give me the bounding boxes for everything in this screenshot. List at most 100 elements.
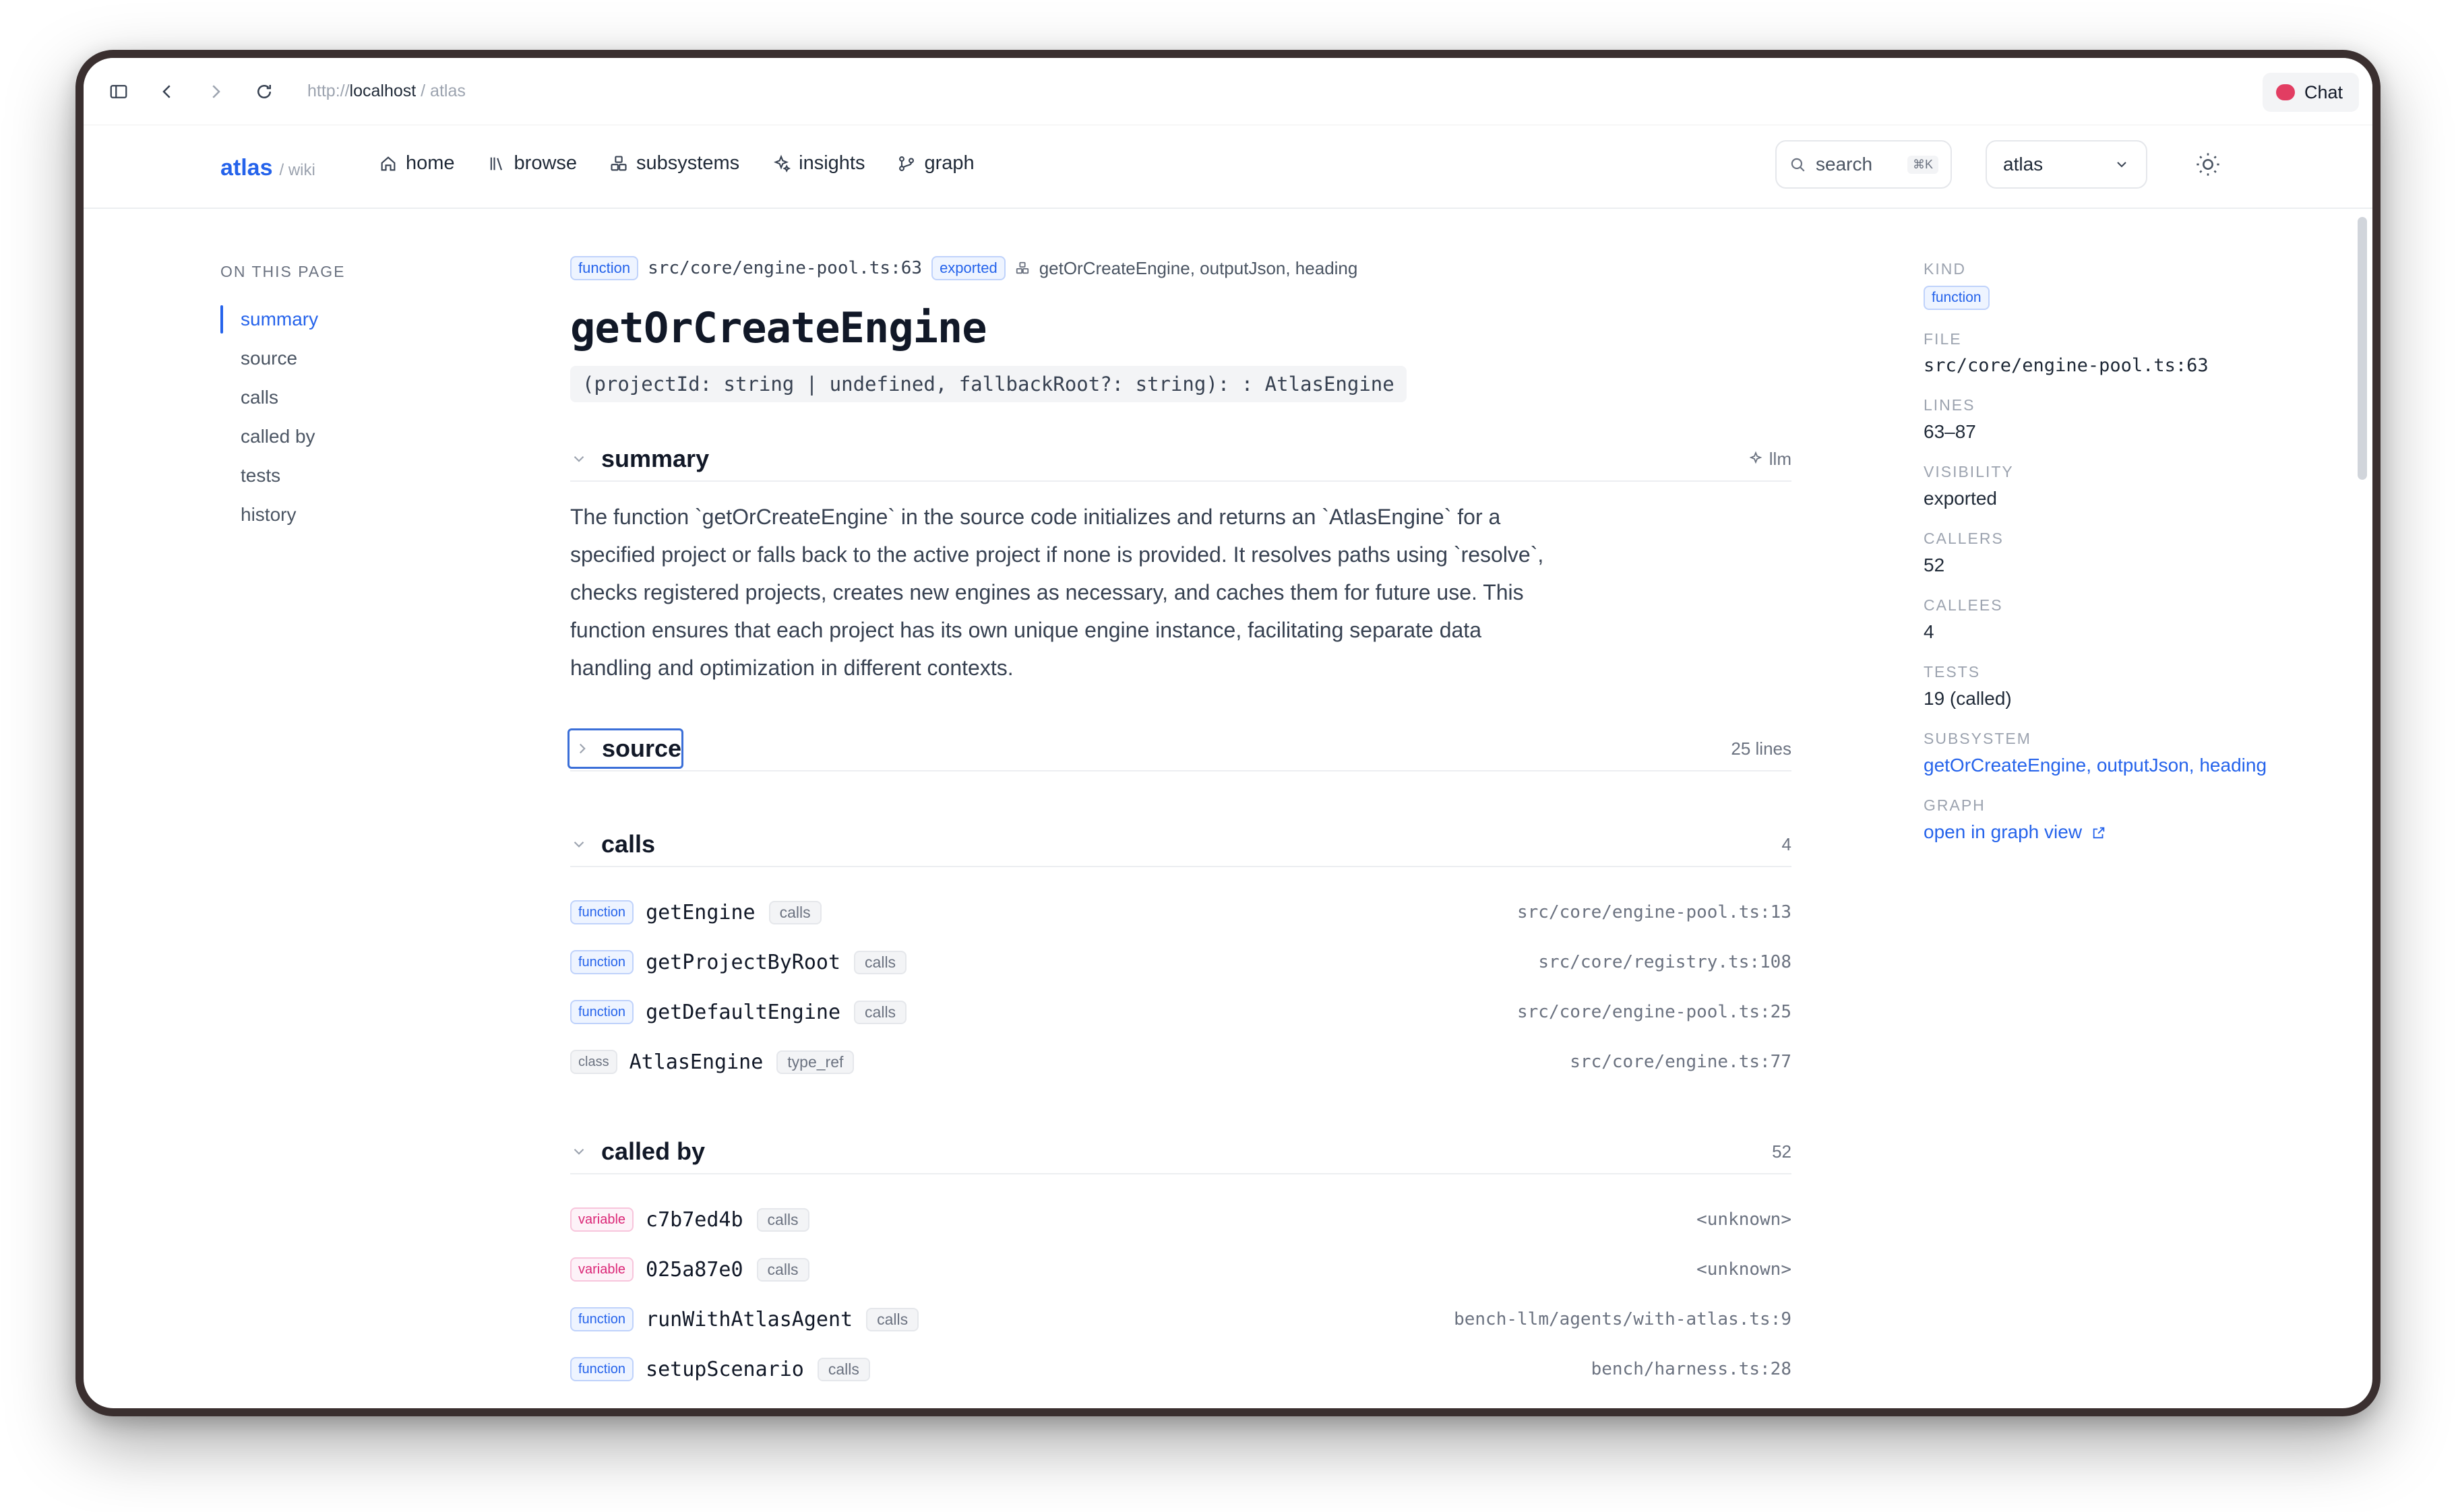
item-name[interactable]: runWithAtlasAgent bbox=[646, 1308, 853, 1331]
item-name[interactable]: c7b7ed4b bbox=[646, 1208, 743, 1232]
source-toggle[interactable]: source bbox=[567, 728, 684, 769]
kind-tag: function bbox=[570, 1307, 634, 1331]
on-this-page-toc: ON THIS PAGE summary source calls called… bbox=[220, 263, 345, 534]
list-item[interactable]: class AtlasEngine type_ref src/core/engi… bbox=[570, 1037, 1791, 1087]
item-location[interactable]: bench/harness.ts:28 bbox=[1591, 1359, 1791, 1379]
git-branch-icon bbox=[899, 156, 915, 171]
list-item[interactable]: variable 025a87e0 calls <unknown> bbox=[570, 1245, 1791, 1294]
toc-heading: ON THIS PAGE bbox=[220, 263, 346, 280]
home-icon bbox=[381, 156, 396, 170]
calls-list: function getEngine calls src/core/engine… bbox=[570, 887, 1791, 1087]
item-location[interactable]: src/core/engine-pool.ts:25 bbox=[1517, 1002, 1791, 1022]
calls-count: 4 bbox=[1781, 833, 1791, 854]
kind-label: KIND bbox=[1924, 260, 1966, 278]
item-location[interactable]: <unknown> bbox=[1696, 1259, 1791, 1280]
symbol-subsystems[interactable]: getOrCreateEngine, outputJson, heading bbox=[1039, 258, 1358, 279]
item-name[interactable]: getDefaultEngine bbox=[646, 1001, 840, 1024]
called-by-title: called by bbox=[601, 1137, 706, 1165]
address-bar[interactable]: http://localhost / atlas bbox=[307, 82, 466, 101]
called-by-section: called by 52 variable c7b7ed4b calls <un… bbox=[570, 1130, 1791, 1394]
nav-browse-label: browse bbox=[514, 152, 578, 174]
source-header[interactable]: source 25 lines bbox=[567, 727, 1791, 771]
toc-item-source[interactable]: source bbox=[220, 339, 345, 378]
search-placeholder: search bbox=[1816, 154, 1873, 175]
forward-icon[interactable] bbox=[197, 73, 235, 111]
back-icon[interactable] bbox=[148, 73, 186, 111]
item-location[interactable]: <unknown> bbox=[1696, 1209, 1791, 1230]
brand-logo[interactable]: atlas / wiki bbox=[220, 155, 315, 181]
project-select-value: atlas bbox=[2003, 154, 2044, 175]
reload-icon[interactable] bbox=[245, 73, 283, 111]
toc-item-calls[interactable]: calls bbox=[220, 378, 345, 417]
summary-title: summary bbox=[601, 445, 710, 472]
list-item[interactable]: function getProjectByRoot calls src/core… bbox=[570, 937, 1791, 987]
calls-header[interactable]: calls 4 bbox=[570, 823, 1791, 867]
summary-header[interactable]: summary llm bbox=[570, 437, 1791, 482]
symbol-meta: function src/core/engine-pool.ts:63 expo… bbox=[570, 253, 1791, 283]
item-location[interactable]: src/core/engine.ts:77 bbox=[1570, 1052, 1791, 1072]
item-location[interactable]: src/core/engine-pool.ts:13 bbox=[1517, 902, 1791, 922]
sun-icon[interactable] bbox=[2194, 151, 2221, 178]
file-label: FILE bbox=[1924, 330, 1962, 348]
item-name[interactable]: 025a87e0 bbox=[646, 1258, 743, 1282]
list-item[interactable]: function getEngine calls src/core/engine… bbox=[570, 887, 1791, 937]
toc-item-summary[interactable]: summary bbox=[220, 300, 345, 339]
brand-sub: / wiki bbox=[279, 161, 315, 179]
symbol-file[interactable]: src/core/engine-pool.ts:63 bbox=[648, 258, 922, 278]
calls-title: calls bbox=[601, 830, 656, 858]
page-scrollbar[interactable] bbox=[2358, 217, 2367, 480]
item-name[interactable]: getEngine bbox=[646, 901, 756, 924]
toc-item-called-by[interactable]: called by bbox=[220, 417, 345, 456]
lines-value: 63–87 bbox=[1924, 421, 1976, 442]
toc-item-history[interactable]: history bbox=[220, 495, 345, 534]
url-prefix: http:// bbox=[307, 82, 350, 100]
callees-label: CALLEES bbox=[1924, 596, 2003, 614]
list-item[interactable]: variable c7b7ed4b calls <unknown> bbox=[570, 1195, 1791, 1245]
summary-section: summary llm The function `getOrCreateEng… bbox=[570, 437, 1791, 687]
list-item[interactable]: function setupScenario calls bench/harne… bbox=[570, 1344, 1791, 1394]
called-by-header[interactable]: called by 52 bbox=[570, 1130, 1791, 1174]
graph-label: GRAPH bbox=[1924, 796, 1986, 814]
item-name[interactable]: setupScenario bbox=[646, 1358, 804, 1381]
main-content: function src/core/engine-pool.ts:63 expo… bbox=[567, 253, 1791, 1394]
nav-browse[interactable]: browse bbox=[487, 152, 578, 175]
function-signature: (projectId: string | undefined, fallback… bbox=[570, 366, 1407, 402]
kind-tag: function bbox=[570, 1000, 634, 1024]
callees-value: 4 bbox=[1924, 621, 1934, 642]
item-name[interactable]: getProjectByRoot bbox=[646, 951, 840, 974]
list-item[interactable]: function runWithAtlasAgent calls bench-l… bbox=[570, 1294, 1791, 1344]
nav-insights-label: insights bbox=[799, 152, 865, 174]
item-location[interactable]: src/core/registry.ts:108 bbox=[1538, 952, 1791, 972]
kind-tag: variable bbox=[570, 1207, 634, 1232]
chat-button[interactable]: Chat bbox=[2262, 73, 2359, 112]
tests-value: 19 (called) bbox=[1924, 688, 2012, 709]
search-input[interactable]: search ⌘K bbox=[1775, 140, 1952, 189]
subsystem-label: SUBSYSTEM bbox=[1924, 730, 2031, 747]
nav-insights[interactable]: insights bbox=[772, 152, 865, 175]
open-graph-link[interactable]: open in graph view bbox=[1924, 821, 2301, 843]
url-host: localhost bbox=[349, 82, 417, 100]
llm-tag-label: llm bbox=[1769, 448, 1791, 469]
nav-home[interactable]: home bbox=[379, 152, 455, 175]
chat-label: Chat bbox=[2304, 82, 2343, 102]
details-sidebar: KIND function FILE src/core/engine-pool.… bbox=[1924, 260, 2301, 843]
called-by-list: variable c7b7ed4b calls <unknown> variab… bbox=[570, 1195, 1791, 1394]
sidebar-toggle-icon[interactable] bbox=[100, 73, 137, 111]
nav-graph[interactable]: graph bbox=[897, 152, 975, 175]
nav-home-label: home bbox=[406, 152, 455, 174]
nav-subsystems-label: subsystems bbox=[636, 152, 740, 174]
toc-item-tests[interactable]: tests bbox=[220, 456, 345, 495]
sparkles-icon bbox=[774, 154, 791, 172]
item-location[interactable]: bench-llm/agents/with-atlas.ts:9 bbox=[1454, 1309, 1791, 1329]
file-value: src/core/engine-pool.ts:63 bbox=[1924, 355, 2209, 376]
item-name[interactable]: AtlasEngine bbox=[630, 1050, 764, 1074]
browser-window: http://localhost / atlas Chat atlas / wik… bbox=[75, 50, 2381, 1416]
subsystem-link[interactable]: getOrCreateEngine, outputJson, heading bbox=[1924, 755, 2301, 776]
kind-tag: function bbox=[570, 1357, 634, 1381]
list-item[interactable]: function getDefaultEngine calls src/core… bbox=[570, 987, 1791, 1037]
nav-subsystems[interactable]: subsystems bbox=[609, 152, 739, 175]
relation-tag: calls bbox=[854, 1000, 907, 1024]
boxes-icon bbox=[611, 155, 627, 170]
source-title: source bbox=[602, 734, 682, 762]
project-select[interactable]: atlas bbox=[1986, 140, 2147, 189]
